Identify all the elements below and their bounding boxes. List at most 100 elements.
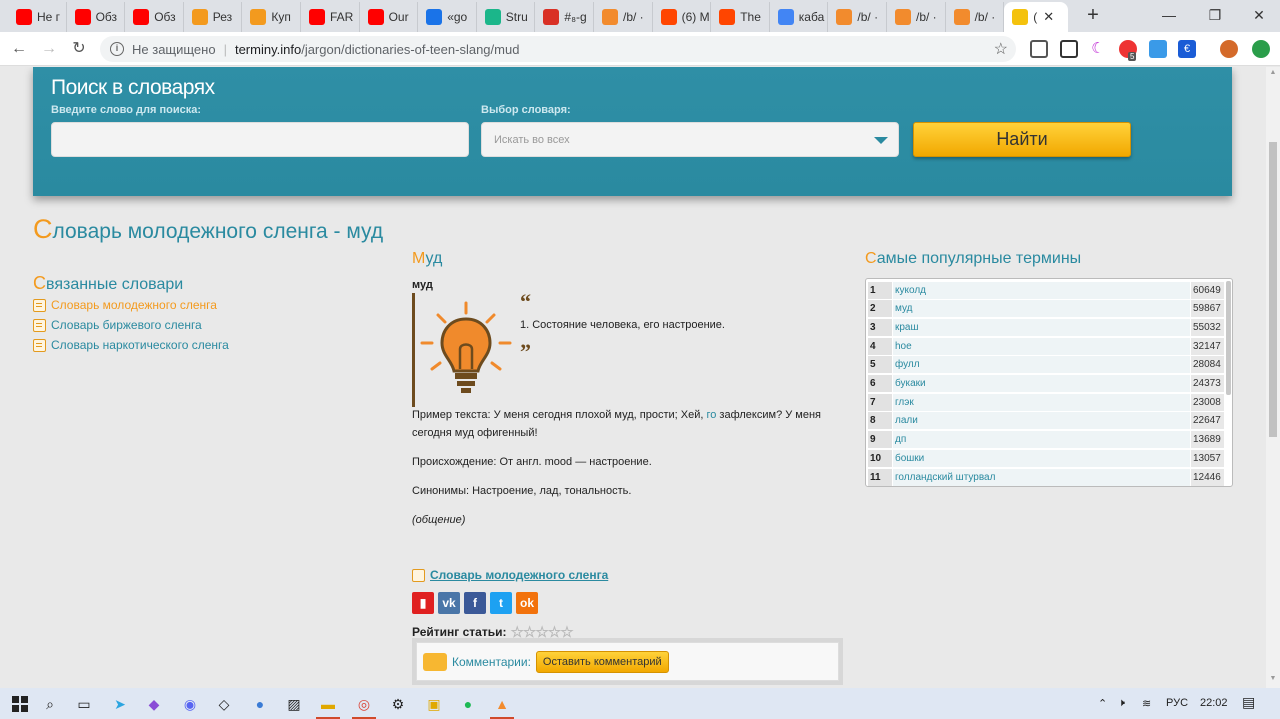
profile-avatar[interactable]	[1220, 40, 1238, 58]
browser-tab-label: (	[1033, 10, 1038, 24]
extension-shield-icon[interactable]	[1030, 40, 1048, 58]
popular-table-scrollbar[interactable]	[1226, 281, 1231, 395]
popular-term-row[interactable]: 7 глэк 23008	[868, 393, 1224, 411]
extension-pip-icon[interactable]	[1060, 40, 1078, 58]
popular-term-row[interactable]: 4 hoe 32147	[868, 337, 1224, 355]
new-tab-button[interactable]: +	[1082, 4, 1104, 26]
popular-term-row[interactable]: 1 куколд 60649	[868, 281, 1224, 299]
popular-term-row[interactable]: 3 краш 55032	[868, 318, 1224, 336]
popular-term-row[interactable]: 11 голландский штурвал 12446	[868, 468, 1224, 486]
browser-tab[interactable]: Куп	[242, 2, 301, 32]
popular-term-row[interactable]: 5 фулл 28084	[868, 356, 1224, 374]
popular-term-rank: 2	[868, 300, 893, 318]
clock[interactable]: 22:02	[1200, 697, 1228, 709]
browser-tab[interactable]: Не г	[8, 2, 67, 32]
window-close-button[interactable]: ✕	[1236, 0, 1280, 30]
browser-tab[interactable]: каба	[770, 2, 829, 32]
sidebar-link-exchange-slang[interactable]: Словарь биржевого сленга	[33, 318, 202, 332]
notes-app-icon[interactable]: ▣	[422, 692, 446, 716]
browser-tab[interactable]: (6) M	[653, 2, 712, 32]
discord-icon[interactable]: ◉	[178, 692, 202, 716]
dictionary-select[interactable]: Искать во всех	[481, 122, 899, 157]
spotify-icon[interactable]: ●	[456, 692, 480, 716]
popular-term-link[interactable]: голландский штурвал	[893, 468, 1191, 486]
popular-term-row[interactable]: 6 букаки 24373	[868, 375, 1224, 393]
browser-tab[interactable]: Обз	[67, 2, 126, 32]
browser-tab[interactable]: #₈-g	[535, 2, 594, 32]
popular-term-row[interactable]: 2 муд 59867	[868, 300, 1224, 318]
address-bar[interactable]: i Не защищено | terminy.info /jargon/dic…	[100, 36, 1016, 62]
notifications-icon[interactable]: ▤	[1242, 694, 1255, 711]
browser-tab[interactable]: /b/ ·	[828, 2, 887, 32]
popular-term-link[interactable]: глэк	[893, 393, 1191, 411]
popular-term-link[interactable]: букаки	[893, 375, 1191, 392]
browser-tab[interactable]: /b/ ·	[594, 2, 653, 32]
browser-tab[interactable]: The	[711, 2, 770, 32]
info-icon[interactable]: i	[110, 42, 124, 56]
volume-icon[interactable]: 🕨	[1118, 697, 1125, 710]
window-maximize-button[interactable]: ❐	[1192, 0, 1238, 30]
dictionary-select-label: Выбор словаря:	[481, 104, 571, 116]
twitter-icon[interactable]: t	[490, 592, 512, 614]
popular-term-link[interactable]: hoe	[893, 337, 1191, 355]
popular-term-link[interactable]: краш	[893, 318, 1191, 336]
close-tab-icon[interactable]: ✕	[1043, 9, 1054, 25]
search-input[interactable]	[51, 122, 469, 157]
extension-euro-icon[interactable]: €	[1178, 40, 1196, 58]
extension-blue-icon[interactable]	[1149, 40, 1167, 58]
search-button[interactable]: Найти	[913, 122, 1131, 157]
telegram-icon[interactable]: ➤	[108, 692, 132, 716]
browser-tab[interactable]: Our	[360, 2, 419, 32]
popular-term-row[interactable]: 10 бошки 13057	[868, 449, 1224, 467]
browser-tab[interactable]: /b/ ·	[946, 2, 1005, 32]
task-view-icon[interactable]: ▭	[72, 692, 96, 716]
settings-gear-icon[interactable]: ⚙	[386, 692, 410, 716]
forward-arrow-icon[interactable]: →	[38, 38, 60, 60]
browser-tab[interactable]: «go	[418, 2, 477, 32]
bookmark-icon[interactable]: ▮	[412, 592, 434, 614]
unity-icon[interactable]: ◇	[212, 692, 236, 716]
leave-comment-button[interactable]: Оставить комментарий	[535, 650, 669, 673]
popular-term-link[interactable]: муд	[893, 300, 1191, 318]
language-indicator[interactable]: РУС	[1166, 697, 1188, 709]
popular-term-link[interactable]: фулл	[893, 356, 1191, 374]
window-minimize-button[interactable]: —	[1146, 0, 1192, 30]
sidebar-link-drug-slang[interactable]: Словарь наркотического сленга	[33, 338, 229, 352]
wifi-icon[interactable]: ≋	[1142, 697, 1151, 710]
popular-term-row[interactable]: 9 дп 13689	[868, 431, 1224, 449]
page-scrollbar-thumb[interactable]	[1269, 142, 1277, 437]
page-scrollbar[interactable]: ▲ ▼	[1266, 67, 1280, 688]
browser-tab[interactable]: /b/ ·	[887, 2, 946, 32]
reload-icon[interactable]: ↻	[68, 38, 90, 60]
browser-tab[interactable]: Рез	[184, 2, 243, 32]
browser-tab[interactable]: (✕	[1004, 2, 1069, 32]
popular-term-link[interactable]: бошки	[893, 449, 1191, 467]
browser-tab[interactable]: Stru	[477, 2, 536, 32]
windows-start-icon[interactable]	[8, 692, 32, 716]
bookmark-star-icon[interactable]: ☆	[994, 39, 1008, 59]
extension-green-icon[interactable]	[1252, 40, 1270, 58]
popular-term-link[interactable]: дп	[893, 431, 1191, 449]
popular-term-row[interactable]: 8 лали 22647	[868, 412, 1224, 430]
scroll-down-arrow-icon[interactable]: ▼	[1269, 675, 1277, 682]
sidebar-link-teen-slang[interactable]: Словарь молодежного сленга	[33, 298, 217, 312]
browser-tab[interactable]: Обз	[125, 2, 184, 32]
popular-term-link[interactable]: лали	[893, 412, 1191, 430]
app-icon[interactable]: ●	[248, 692, 272, 716]
popular-term-link[interactable]: куколд	[893, 281, 1191, 299]
back-arrow-icon[interactable]: ←	[8, 38, 30, 60]
visual-studio-icon[interactable]: ◆	[142, 692, 166, 716]
file-explorer-icon[interactable]: ▬	[316, 692, 340, 719]
vk-icon[interactable]: vk	[438, 592, 460, 614]
scroll-up-arrow-icon[interactable]: ▲	[1269, 69, 1277, 76]
vlc-icon[interactable]: ▲	[490, 692, 514, 719]
tray-chevron-up-icon[interactable]: ⌃	[1098, 697, 1107, 710]
dictionary-link[interactable]: Словарь молодежного сленга	[412, 568, 608, 582]
search-icon[interactable]: ⌕	[38, 692, 62, 716]
extension-moon-icon[interactable]: ☾	[1089, 40, 1107, 58]
photos-icon[interactable]: ▨	[282, 692, 306, 716]
odnoklassniki-icon[interactable]: ok	[516, 592, 538, 614]
browser-tab[interactable]: FAR	[301, 2, 360, 32]
facebook-icon[interactable]: f	[464, 592, 486, 614]
chrome-icon[interactable]: ◎	[352, 692, 376, 719]
